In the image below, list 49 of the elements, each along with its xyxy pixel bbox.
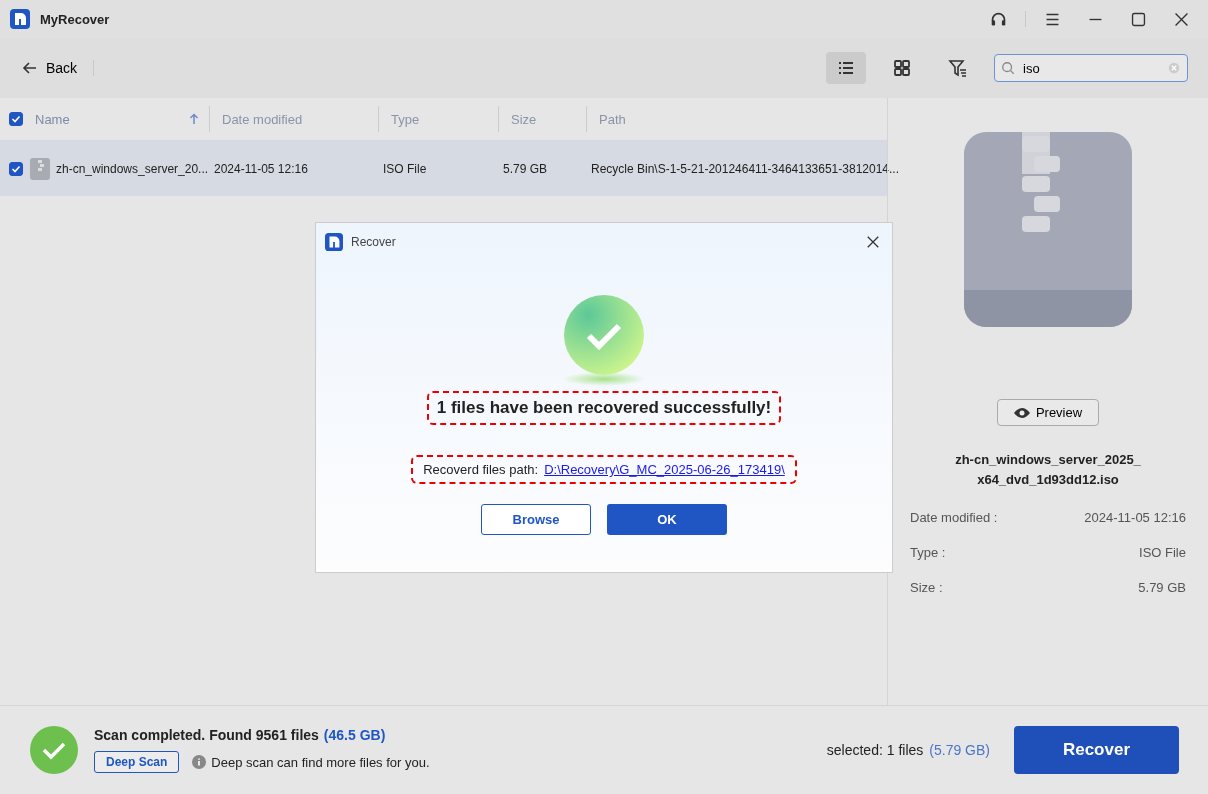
recovery-path-link[interactable]: D:\Recovery\G_MC_2025-06-26_173419\ [544,462,785,477]
list-view-button[interactable] [826,52,866,84]
success-message: 1 files have been recovered successfully! [426,391,782,425]
field-label: Type : [910,545,946,560]
selected-size: (5.79 GB) [929,742,990,758]
deep-scan-button[interactable]: Deep Scan [94,751,180,773]
info-icon [192,755,207,769]
zip-file-icon [30,157,50,180]
path-label: Recoverd files path: [423,462,539,477]
preview-button[interactable]: Preview [996,399,1100,426]
field-label: Date modified : [910,510,998,525]
app-logo-icon [325,233,343,251]
path-cell: Recycle Bin\S-1-5-21-201246411-3464133651-3812014... [591,161,899,176]
zip-file-icon [964,132,1132,327]
app-logo-icon [10,9,30,29]
total-size: (46.5 GB) [323,727,386,743]
search-icon [1001,61,1015,75]
browse-button[interactable]: Browse [481,504,591,535]
back-button[interactable]: Back [22,60,78,76]
filter-icon[interactable] [948,58,968,78]
file-name: zh-cn_windows_server_20... [56,161,209,176]
field-value: 2024-11-05 12:16 [1084,510,1186,525]
search-input[interactable]: iso [1021,59,1161,77]
grid-icon [892,58,912,78]
field-value: ISO File [1139,545,1186,560]
deep-scan-hint: Deep scan can find more files for you. [211,754,430,770]
success-check-icon [30,726,78,774]
sort-arrow-icon [189,113,199,125]
checkmark-icon [10,113,22,125]
window-title: MyRecover [40,11,110,27]
selected-count: selected: 1 files [826,742,924,758]
size-cell: 5.79 GB [503,161,548,176]
search-field[interactable]: iso [994,54,1188,82]
recover-button[interactable]: Recover [1014,726,1179,774]
maximize-icon[interactable] [1130,10,1147,28]
row-checkbox[interactable] [9,161,23,176]
field-value: 5.79 GB [1138,580,1186,595]
eye-icon [1013,406,1030,419]
file-name-heading: zh-cn_windows_server_2025_x64_dvd_1d93dd12.iso [954,451,1142,489]
close-icon[interactable] [866,235,880,249]
select-all-checkbox[interactable] [9,112,23,126]
headset-icon[interactable] [990,10,1007,28]
type-cell: ISO File [383,161,427,176]
date-cell: 2024-11-05 12:16 [214,161,308,176]
dialog-title: Recover [351,235,396,249]
ok-button[interactable]: OK [607,504,727,535]
field-label: Size : [910,580,943,595]
back-arrow-icon [22,60,38,76]
scan-status: Scan completed. Found 9561 files [94,727,319,743]
